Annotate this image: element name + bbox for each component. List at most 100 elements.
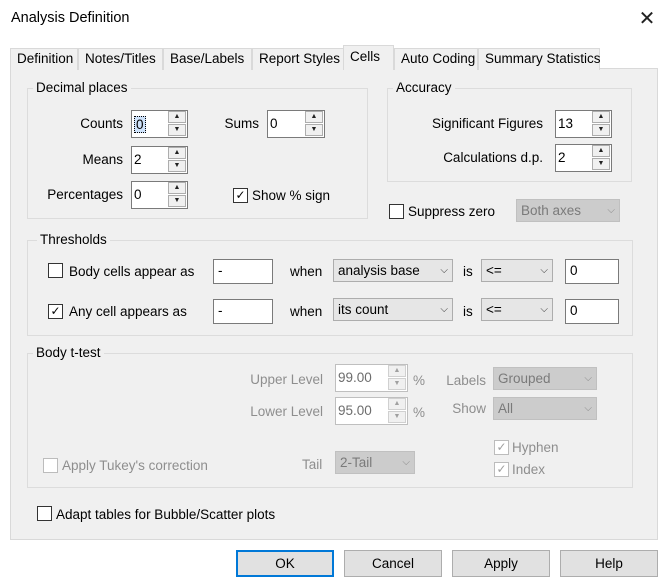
body-cells-base-select[interactable]: analysis base ⌵ xyxy=(333,259,453,282)
close-icon[interactable]: ✕ xyxy=(630,2,664,36)
body-cells-label[interactable]: Body cells appear as xyxy=(69,264,194,280)
lower-level-label: Lower Level xyxy=(250,404,323,419)
labels-select[interactable]: Grouped ⌵ xyxy=(493,367,597,390)
counts-value[interactable]: 0 xyxy=(134,116,146,133)
suppress-zero-axes-value: Both axes xyxy=(521,203,582,218)
chevron-down-icon: ⌵ xyxy=(540,304,548,315)
suppress-zero-axes-select[interactable]: Both axes ⌵ xyxy=(516,199,620,222)
body-cells-when-label: when xyxy=(290,264,323,279)
upper-level-label: Upper Level xyxy=(250,372,323,387)
chevron-down-icon: ⌵ xyxy=(440,304,448,315)
spin-up-icon[interactable]: ▲ xyxy=(305,111,323,123)
means-spinner[interactable]: 2 ▲ ▼ xyxy=(131,146,188,174)
means-value[interactable]: 2 xyxy=(134,152,142,167)
spin-down-icon[interactable]: ▼ xyxy=(388,378,406,390)
spin-down-icon[interactable]: ▼ xyxy=(168,124,186,136)
show-select[interactable]: All ⌵ xyxy=(493,397,597,420)
show-pct-label[interactable]: Show % sign xyxy=(252,188,330,204)
spin-up-icon[interactable]: ▲ xyxy=(168,111,186,123)
any-cell-value-input[interactable]: 0 xyxy=(565,299,619,324)
any-cell-base-value: its count xyxy=(338,302,389,317)
body-cells-text-input[interactable]: - xyxy=(213,259,273,284)
index-label[interactable]: Index xyxy=(512,462,545,478)
sums-spinner[interactable]: 0 ▲ ▼ xyxy=(267,110,325,138)
calculations-dp-label: Calculations d.p. xyxy=(443,150,543,165)
percentages-value[interactable]: 0 xyxy=(134,187,142,202)
spin-up-icon[interactable]: ▲ xyxy=(388,398,406,410)
chevron-down-icon: ⌵ xyxy=(607,205,615,216)
percentages-label: Percentages xyxy=(47,187,123,202)
sums-label: Sums xyxy=(224,116,259,131)
tukey-label[interactable]: Apply Tukey's correction xyxy=(62,458,208,474)
tab-definition[interactable]: Definition xyxy=(10,48,78,70)
significant-figures-value[interactable]: 13 xyxy=(558,116,573,131)
significant-figures-spinner[interactable]: 13 ▲ ▼ xyxy=(555,110,612,138)
lower-level-value[interactable]: 95.00 xyxy=(338,403,372,418)
spin-down-icon[interactable]: ▼ xyxy=(592,158,610,170)
show-label: Show xyxy=(452,401,486,416)
upper-level-percent-label: % xyxy=(413,373,426,388)
any-cell-when-label: when xyxy=(290,304,323,319)
any-cell-base-select[interactable]: its count ⌵ xyxy=(333,298,453,321)
any-cell-text-input[interactable]: - xyxy=(213,299,273,324)
body-ttest-title: Body t-test xyxy=(33,345,104,361)
suppress-zero-checkbox[interactable] xyxy=(389,204,404,219)
body-cells-base-value: analysis base xyxy=(338,263,420,278)
tab-notes-titles[interactable]: Notes/Titles xyxy=(78,48,163,70)
tukey-checkbox[interactable] xyxy=(43,458,58,473)
apply-button[interactable]: Apply xyxy=(452,550,550,577)
labels-label: Labels xyxy=(446,373,486,388)
spin-up-icon[interactable]: ▲ xyxy=(168,147,186,159)
body-cells-operator-value: <= xyxy=(486,263,502,278)
tail-label: Tail xyxy=(302,457,323,472)
calculations-dp-value[interactable]: 2 xyxy=(558,150,566,165)
hyphen-label[interactable]: Hyphen xyxy=(512,440,559,456)
cancel-button[interactable]: Cancel xyxy=(344,550,442,577)
spin-down-icon[interactable]: ▼ xyxy=(168,195,186,207)
lower-level-spinner[interactable]: 95.00 ▲ ▼ xyxy=(335,397,408,425)
tab-cells[interactable]: Cells xyxy=(343,45,394,70)
show-pct-checkbox[interactable]: ✓ xyxy=(233,188,248,203)
window-title: Analysis Definition xyxy=(11,10,130,26)
spin-up-icon[interactable]: ▲ xyxy=(592,145,610,157)
any-cell-operator-select[interactable]: <= ⌵ xyxy=(481,298,553,321)
chevron-down-icon: ⌵ xyxy=(540,265,548,276)
upper-level-spinner[interactable]: 99.00 ▲ ▼ xyxy=(335,364,408,392)
adapt-tables-checkbox[interactable] xyxy=(37,506,52,521)
spin-down-icon[interactable]: ▼ xyxy=(168,160,186,172)
any-cell-checkbox[interactable]: ✓ xyxy=(48,304,63,319)
adapt-tables-label[interactable]: Adapt tables for Bubble/Scatter plots xyxy=(56,507,275,523)
chevron-down-icon: ⌵ xyxy=(584,373,592,384)
tail-value: 2-Tail xyxy=(340,455,373,470)
calculations-dp-spinner[interactable]: 2 ▲ ▼ xyxy=(555,144,612,172)
counts-spinner[interactable]: 0 ▲ ▼ xyxy=(131,110,188,138)
upper-level-value[interactable]: 99.00 xyxy=(338,370,372,385)
any-cell-operator-value: <= xyxy=(486,302,502,317)
tab-auto-coding[interactable]: Auto Coding xyxy=(394,48,478,70)
spin-down-icon[interactable]: ▼ xyxy=(305,124,323,136)
tab-report-styles[interactable]: Report Styles xyxy=(252,48,344,70)
spin-up-icon[interactable]: ▲ xyxy=(388,365,406,377)
decimal-places-title: Decimal places xyxy=(33,80,131,96)
tail-select[interactable]: 2-Tail ⌵ xyxy=(335,451,415,474)
help-button[interactable]: Help xyxy=(560,550,658,577)
spin-up-icon[interactable]: ▲ xyxy=(592,111,610,123)
suppress-zero-label[interactable]: Suppress zero xyxy=(408,204,495,220)
any-cell-is-label: is xyxy=(463,304,473,319)
sums-value[interactable]: 0 xyxy=(270,116,278,131)
tab-summary-statistics[interactable]: Summary Statistics xyxy=(478,48,601,70)
spin-down-icon[interactable]: ▼ xyxy=(592,124,610,136)
any-cell-label[interactable]: Any cell appears as xyxy=(69,304,187,320)
body-cells-checkbox[interactable] xyxy=(48,263,63,278)
chevron-down-icon: ⌵ xyxy=(584,403,592,414)
ok-button[interactable]: OK xyxy=(236,550,334,577)
body-cells-value-input[interactable]: 0 xyxy=(565,259,619,284)
index-checkbox[interactable]: ✓ xyxy=(494,462,509,477)
spin-down-icon[interactable]: ▼ xyxy=(388,411,406,423)
hyphen-checkbox[interactable]: ✓ xyxy=(494,440,509,455)
spin-up-icon[interactable]: ▲ xyxy=(168,182,186,194)
significant-figures-label: Significant Figures xyxy=(431,116,543,131)
percentages-spinner[interactable]: 0 ▲ ▼ xyxy=(131,181,188,209)
body-cells-operator-select[interactable]: <= ⌵ xyxy=(481,259,553,282)
tab-base-labels[interactable]: Base/Labels xyxy=(163,48,252,70)
